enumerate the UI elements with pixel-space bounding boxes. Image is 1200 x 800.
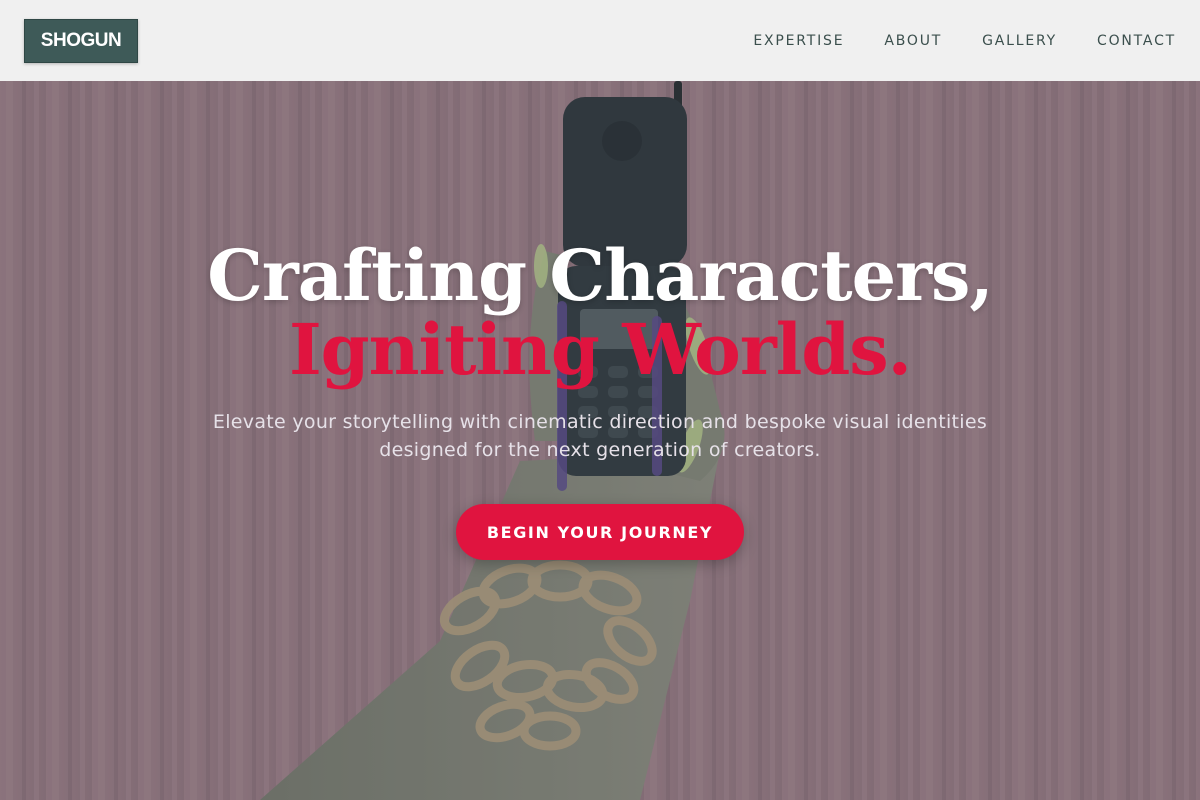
- headline-line-2-accent: Igniting Worlds.: [288, 308, 912, 391]
- nav-link-expertise[interactable]: EXPERTISE: [753, 33, 844, 49]
- nav-link-about[interactable]: ABOUT: [884, 33, 942, 49]
- begin-journey-button[interactable]: BEGIN YOUR JOURNEY: [456, 504, 744, 560]
- nav-link-gallery[interactable]: GALLERY: [982, 33, 1057, 49]
- hero-subtitle: Elevate your storytelling with cinematic…: [212, 411, 988, 461]
- nav-link-contact[interactable]: CONTACT: [1097, 33, 1176, 49]
- logo[interactable]: SHOGUN: [24, 18, 138, 63]
- hero-section: Crafting Characters, Igniting Worlds. El…: [0, 81, 1200, 800]
- hero-content: Crafting Characters, Igniting Worlds. El…: [0, 81, 1200, 800]
- headline-line-1: Crafting Characters,: [207, 234, 994, 317]
- main-nav: EXPERTISE ABOUT GALLERY CONTACT: [713, 33, 1176, 49]
- site-header: SHOGUN EXPERTISE ABOUT GALLERY CONTACT: [0, 0, 1200, 81]
- hero-headline: Crafting Characters, Igniting Worlds.: [0, 239, 1200, 387]
